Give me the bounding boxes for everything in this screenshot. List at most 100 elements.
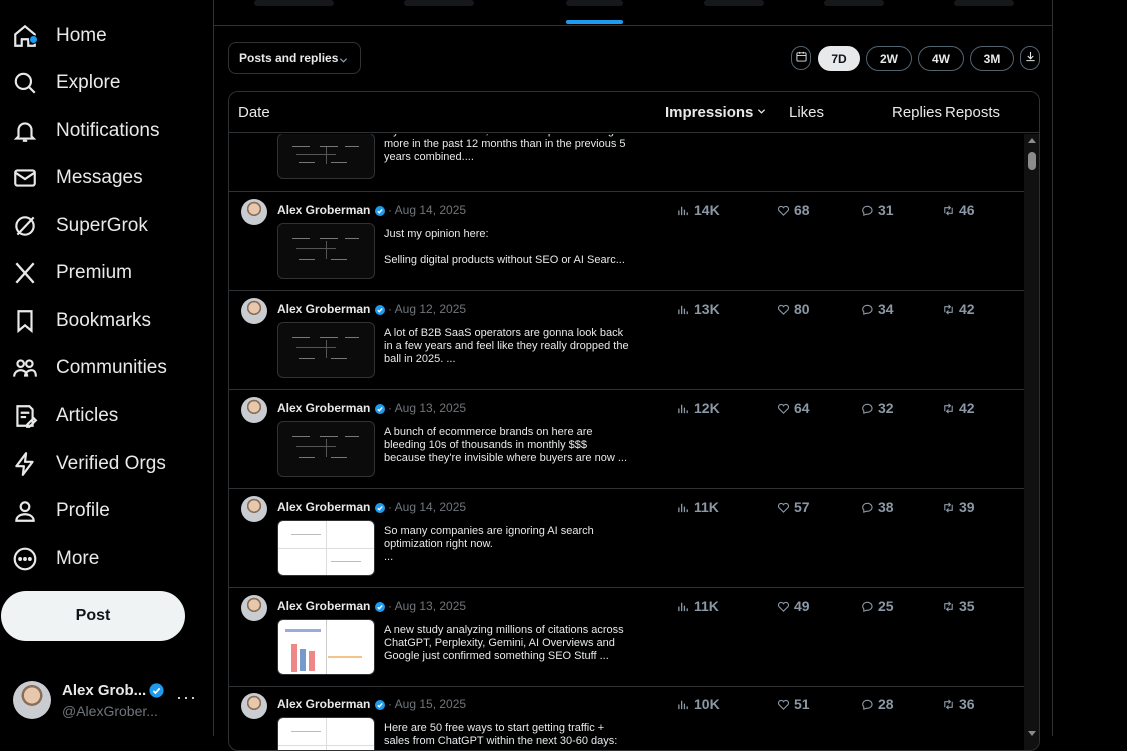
bar-chart-icon [678,602,688,611]
column-date[interactable]: Date [238,104,270,121]
reply-icon [862,601,873,612]
repost-icon [944,402,953,414]
bell-icon [12,118,38,144]
avatar [241,298,267,324]
column-reposts[interactable]: Reposts [945,104,1000,121]
post-date: · Aug 13, 2025 [388,401,467,415]
replies-value: 28 [878,696,894,712]
repost-icon [944,303,953,315]
bar-chart-icon [678,206,688,215]
impressions-cell: 13K [677,301,720,317]
reposts-value: 35 [959,598,975,614]
tab-placeholder[interactable] [954,0,1014,6]
reposts-cell: 35 [942,598,975,614]
reposts-cell: 46 [942,202,975,218]
verified-badge-icon [374,402,386,414]
reposts-value: 42 [959,301,975,317]
tab-placeholder[interactable] [824,0,884,6]
nav-explore-label: Explore [56,72,121,93]
nav-verified-orgs-label: Verified Orgs [56,453,166,474]
repost-icon [944,204,953,216]
reply-icon [862,699,873,710]
table-row[interactable]: Alex Groberman · Aug 14, 2025 So many co… [229,489,1024,588]
likes-value: 64 [794,400,810,416]
column-impressions[interactable]: Impressions [665,104,766,121]
tab-active[interactable] [566,0,623,6]
verified-badge-icon [374,698,386,710]
post-thumbnail [277,223,375,279]
nav-bookmarks-label: Bookmarks [56,310,152,331]
table-row[interactable]: Alex Groberman · Aug 12, 2025 A lot of B… [229,291,1024,390]
account-name: Alex Grob... [62,682,147,699]
scrollbar-thumb[interactable] [1028,152,1036,170]
replies-cell: 32 [861,400,894,416]
impressions-value: 11K [694,499,719,515]
post-author: Alex Groberman [277,697,371,711]
account-switcher[interactable]: Alex Grob... @AlexGrober... ··· [0,672,210,728]
column-likes[interactable]: Likes [789,104,824,121]
impressions-cell: 11K [677,598,719,614]
nav-premium-label: Premium [56,262,133,283]
post-author: Alex Groberman [277,401,371,415]
notification-dot [29,35,38,44]
lightning-icon [12,451,38,477]
account-more-icon[interactable]: ··· [176,687,197,708]
avatar [241,693,267,719]
post-author: Alex Groberman [277,500,371,514]
table-row[interactable]: Alex Groberman · Aug 15, 2025 Here are 5… [229,686,1024,750]
heart-icon [777,502,790,513]
scroll-up-arrow-icon[interactable] [1028,138,1036,143]
nav-notifications-label: Notifications [56,120,160,141]
post-date: · Aug 14, 2025 [388,203,467,217]
post-text: So many companies are ignoring AI search… [384,525,594,563]
likes-value: 51 [794,696,810,712]
impressions-cell: 12K [677,400,720,416]
table-row[interactable]: Alex Groberman · Aug 14, 2025 Just my op… [229,192,1024,291]
download-button[interactable] [1020,46,1040,70]
reposts-value: 39 [959,499,975,515]
range-3m-button[interactable]: 3M [970,46,1014,71]
bar-chart-icon [678,700,688,709]
range-2w-button[interactable]: 2W [866,46,912,71]
avatar [13,681,51,719]
tab-placeholder[interactable] [704,0,764,6]
impressions-cell: 10K [677,696,720,712]
heart-icon [777,601,790,612]
tab-placeholder[interactable] [404,0,474,6]
heart-icon [777,205,790,216]
verified-badge-icon [374,303,386,315]
table-row[interactable]: If you run a business, the landscape has… [229,134,1024,192]
replies-value: 25 [878,598,894,614]
heart-icon [777,304,790,315]
post-thumbnail [277,717,375,750]
avatar [241,397,267,423]
analytics-tabs [214,0,1052,26]
post-date: · Aug 15, 2025 [388,697,467,711]
range-7d-button[interactable]: 7D [818,46,860,71]
repost-icon [944,501,953,513]
post-text: Just my opinion here: Selling digital pr… [384,228,625,266]
bookmark-icon [12,308,38,334]
table-row[interactable]: Alex Groberman · Aug 13, 2025 A bunch of… [229,390,1024,489]
table-scrollbar[interactable] [1024,134,1039,750]
avatar [241,595,267,621]
table-row[interactable]: Alex Groberman · Aug 13, 2025 A new stud… [229,588,1024,687]
impressions-value: 13K [694,301,720,317]
nav-profile-label: Profile [56,500,110,521]
scroll-down-arrow-icon[interactable] [1028,731,1036,736]
reposts-value: 36 [959,696,975,712]
likes-cell: 68 [777,202,810,218]
reply-icon [862,304,873,315]
calendar-button[interactable] [791,46,811,70]
column-replies[interactable]: Replies [892,104,942,121]
nav-communities-label: Communities [56,357,167,378]
post-button[interactable]: Post [1,591,185,641]
reposts-value: 42 [959,400,975,416]
post-author: Alex Groberman [277,302,371,316]
tab-placeholder[interactable] [254,0,334,6]
heart-icon [777,699,790,710]
replies-cell: 38 [861,499,894,515]
posts-filter-dropdown[interactable]: Posts and replies [228,42,361,74]
range-4w-button[interactable]: 4W [918,46,964,71]
posts-filter-label: Posts and replies [239,51,339,65]
